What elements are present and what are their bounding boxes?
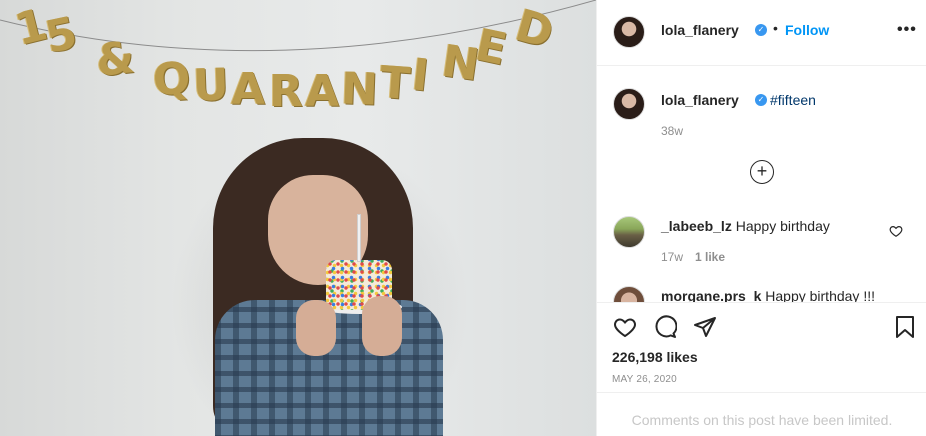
comment-row: _labeeb_lz Happy birthday xyxy=(661,218,830,234)
comment-username[interactable]: _labeeb_lz xyxy=(661,218,732,234)
comment-icon[interactable] xyxy=(653,315,677,339)
comment-avatar[interactable] xyxy=(613,216,645,248)
send-icon[interactable] xyxy=(693,315,717,339)
post-header: lola_flanery ✓ • Follow ••• xyxy=(597,0,926,66)
verified-badge-icon: ✓ xyxy=(755,94,767,106)
banner-letter: Q xyxy=(151,52,193,107)
left-hand xyxy=(296,300,336,356)
comment-likes[interactable]: 1 like xyxy=(695,250,725,264)
more-options-icon[interactable]: ••• xyxy=(897,21,917,39)
follow-button[interactable]: Follow xyxy=(785,22,829,38)
comment-text: Happy birthday !!! xyxy=(765,288,875,302)
birthday-candle xyxy=(357,214,361,262)
bookmark-icon[interactable] xyxy=(893,315,917,339)
caption-hashtag[interactable]: #fifteen xyxy=(770,92,816,108)
plus-circle-icon[interactable]: + xyxy=(750,160,774,184)
banner-letter: R xyxy=(269,66,303,117)
right-hand xyxy=(362,296,402,356)
caption-avatar[interactable] xyxy=(613,88,645,120)
comment-text: Happy birthday xyxy=(735,218,830,234)
caption-age[interactable]: 38w xyxy=(661,124,683,138)
comment-clip: morgane.prs_k Happy birthday !!! xyxy=(597,280,926,302)
banner-letter: N xyxy=(340,63,379,116)
comments-limited-notice: Comments on this post have been limited. xyxy=(597,392,926,436)
verified-badge-icon: ✓ xyxy=(755,24,767,36)
header-separator: • xyxy=(773,20,778,36)
banner-letter: A xyxy=(305,66,340,117)
banner-letter: & xyxy=(93,32,137,87)
heart-icon[interactable] xyxy=(613,315,637,339)
header-username[interactable]: lola_flanery xyxy=(661,22,739,38)
avatar[interactable] xyxy=(613,16,645,48)
comment-row: morgane.prs_k Happy birthday !!! xyxy=(661,288,875,302)
action-bar: 226,198 likes MAY 26, 2020 xyxy=(597,302,926,392)
comment-heart-icon[interactable] xyxy=(889,224,903,238)
banner-letter: U xyxy=(192,59,230,112)
comment-avatar[interactable] xyxy=(613,286,645,302)
post-date[interactable]: MAY 26, 2020 xyxy=(612,374,677,385)
comment-age[interactable]: 17w xyxy=(661,250,683,264)
post-photo[interactable]: 1 5 & Q U A R A N T I N E D xyxy=(0,0,596,436)
post-sidebar: lola_flanery ✓ • Follow ••• lola_flanery… xyxy=(596,0,926,436)
banner-letter: A xyxy=(231,64,266,115)
comment-username[interactable]: morgane.prs_k xyxy=(661,288,761,302)
banner-letter: T xyxy=(378,57,412,110)
likes-count[interactable]: 226,198 likes xyxy=(612,349,698,365)
caption-username[interactable]: lola_flanery xyxy=(661,92,739,108)
